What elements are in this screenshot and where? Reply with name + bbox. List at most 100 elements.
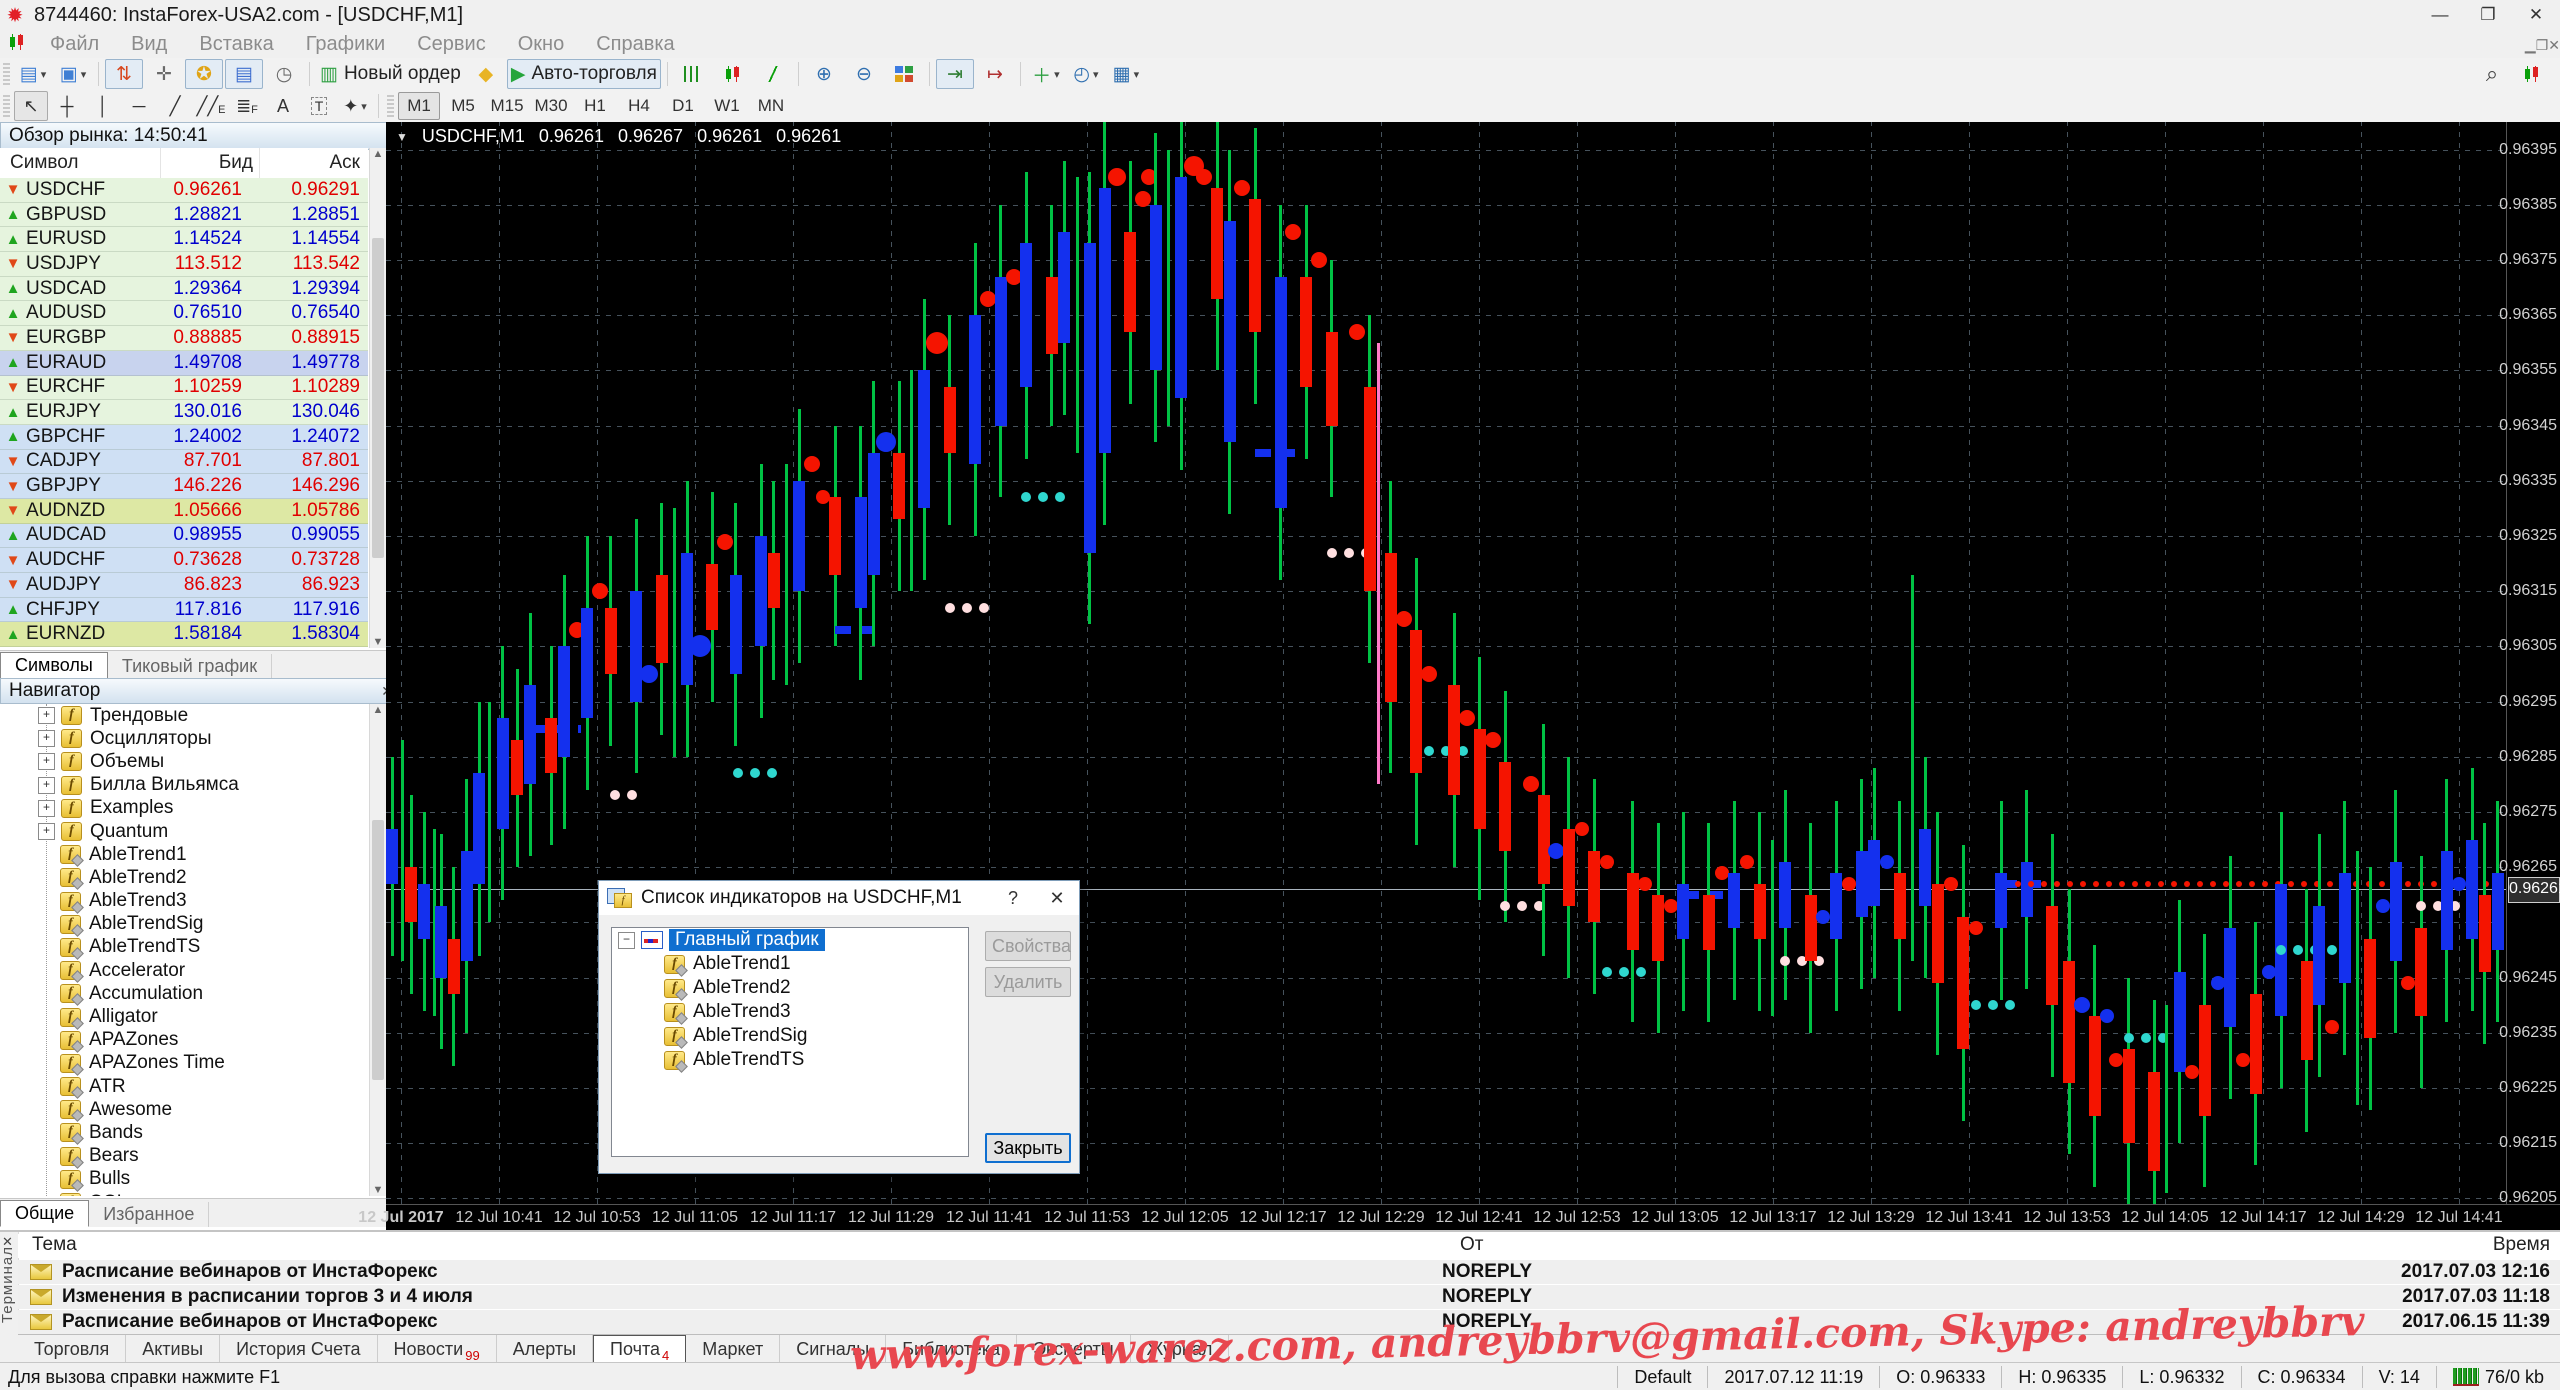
symbol-row-EURNZD[interactable]: ▲EURNZD1.581841.58304 [0, 622, 368, 647]
menu-Сервис[interactable]: Сервис [401, 33, 502, 55]
zoom-out-button[interactable]: ⊖ [845, 59, 883, 89]
trendline-tool[interactable]: ╱ [158, 91, 192, 121]
column-time[interactable]: Время [2493, 1234, 2550, 1256]
templates-button[interactable]: ▦▾ [1107, 59, 1145, 89]
navigator-item-Bears[interactable]: fBears [0, 1145, 368, 1168]
navigator-item-AbleTrendTS[interactable]: fAbleTrendTS [0, 936, 368, 959]
tab-Общие[interactable]: Общие [0, 1200, 89, 1227]
symbol-row-AUDCAD[interactable]: ▲AUDCAD0.989550.99055 [0, 524, 368, 549]
navigator-item-Quantum[interactable]: +fQuantum [0, 820, 368, 843]
terminal-tab-Маркет[interactable]: Маркет [686, 1335, 780, 1365]
tree-item-AbleTrendTS[interactable]: fAbleTrendTS [612, 1048, 968, 1072]
symbol-row-AUDUSD[interactable]: ▲AUDUSD0.765100.76540 [0, 301, 368, 326]
text-tool[interactable]: A [266, 91, 300, 121]
periods-button[interactable]: ◴▾ [1067, 59, 1105, 89]
tab-Символы[interactable]: Символы [0, 652, 108, 679]
close-button[interactable]: ✕ [2512, 0, 2560, 30]
autotrading-button[interactable]: ▶Авто-торговля [507, 59, 661, 89]
menu-Справка[interactable]: Справка [580, 33, 690, 55]
navigator-item-APAZones[interactable]: fAPAZones [0, 1029, 368, 1052]
timeframe-W1[interactable]: W1 [706, 92, 748, 120]
navigator-item-Осцилляторы[interactable]: +fОсцилляторы [0, 727, 368, 750]
navigator-scrollbar[interactable]: ▲ ▼ [369, 704, 386, 1196]
chart-candles-button[interactable] [714, 59, 752, 89]
navigator-toggle-button[interactable]: ✪ [185, 59, 223, 89]
terminal-tab-Алерты[interactable]: Алерты [497, 1335, 593, 1365]
navigator-item-ATR[interactable]: fATR [0, 1075, 368, 1098]
menu-Вставка[interactable]: Вставка [183, 33, 289, 55]
dropdown-caret-icon[interactable]: ▾ [81, 68, 87, 81]
expand-icon[interactable]: + [38, 730, 55, 747]
terminal-tab-История Счета[interactable]: История Счета [220, 1335, 377, 1365]
column-subject[interactable]: Тема [32, 1234, 77, 1256]
navigator-item-Accumulation[interactable]: fAccumulation [0, 982, 368, 1005]
column-symbol[interactable]: Символ [0, 148, 161, 178]
child-minimize-icon[interactable]: ▁ [2525, 37, 2536, 53]
navigator-item-Alligator[interactable]: fAlligator [0, 1005, 368, 1028]
dialog-close-button[interactable]: ✕ [1035, 888, 1079, 909]
terminal-tab-Журнал[interactable]: Журнал [1131, 1335, 1230, 1365]
dropdown-caret-icon[interactable]: ▾ [1093, 68, 1099, 81]
child-close-icon[interactable]: ✕ [2548, 37, 2560, 53]
navigator-item-AbleTrend1[interactable]: fAbleTrend1 [0, 843, 368, 866]
symbol-row-AUDJPY[interactable]: ▼AUDJPY86.82386.923 [0, 573, 368, 598]
terminal-tab-Библиотека[interactable]: Библиотека [886, 1335, 1017, 1365]
timeframe-D1[interactable]: D1 [662, 92, 704, 120]
dropdown-caret-icon[interactable]: ▾ [1134, 68, 1140, 81]
close-button[interactable]: Закрыть [985, 1133, 1071, 1163]
navigator-item-Accelerator[interactable]: fAccelerator [0, 959, 368, 982]
chart-bars-button[interactable] [674, 59, 712, 89]
symbol-row-CHFJPY[interactable]: ▲CHFJPY117.816117.916 [0, 598, 368, 623]
timeframe-MN[interactable]: MN [750, 92, 792, 120]
scroll-down-icon[interactable]: ▼ [373, 1184, 384, 1196]
chart-line-button[interactable] [754, 59, 792, 89]
timeframe-M5[interactable]: M5 [442, 92, 484, 120]
mail-row[interactable]: Расписание вебинаров от ИнстаФорексNOREP… [18, 1260, 2560, 1284]
navigator-item-Examples[interactable]: +fExamples [0, 797, 368, 820]
vertical-line-tool[interactable]: │ [86, 91, 120, 121]
menu-Файл[interactable]: Файл [34, 33, 115, 55]
crosshair-tool[interactable]: ┼ [50, 91, 84, 121]
symbol-row-EURGBP[interactable]: ▼EURGBP0.888850.88915 [0, 326, 368, 351]
metaeditor-button[interactable]: ◆ [467, 59, 505, 89]
terminal-tab-Торговля[interactable]: Торговля [18, 1335, 126, 1365]
mail-row[interactable]: Изменения в расписании торгов 3 и 4 июля… [18, 1285, 2560, 1309]
timeframe-M1[interactable]: M1 [398, 92, 440, 120]
navigator-item-Awesome[interactable]: fAwesome [0, 1098, 368, 1121]
navigator-item-Билла Вильямса[interactable]: +fБилла Вильямса [0, 774, 368, 797]
navigator-item-Объемы[interactable]: +fОбъемы [0, 750, 368, 773]
properties-button[interactable]: Свойства [985, 931, 1071, 961]
navigator-item-CCI[interactable]: fCCI [0, 1191, 368, 1196]
dialog-help-button[interactable]: ? [991, 888, 1035, 909]
terminal-tab-Новости[interactable]: Новости99 [378, 1335, 497, 1365]
delete-button[interactable]: Удалить [985, 967, 1071, 997]
symbol-row-USDCHF[interactable]: ▼USDCHF0.962610.96291 [0, 178, 368, 203]
channel-tool[interactable]: ╱╱E [194, 91, 228, 121]
mail-row[interactable]: Расписание вебинаров от ИнстаФорексNOREP… [18, 1310, 2560, 1334]
navigator-item-APAZones Time[interactable]: fAPAZones Time [0, 1052, 368, 1075]
column-bid[interactable]: Бид [161, 148, 260, 178]
market-watch-toggle-button[interactable]: ⇅ [105, 59, 143, 89]
tab-Тиковый график[interactable]: Тиковый график [108, 654, 272, 679]
tree-item-AbleTrend3[interactable]: fAbleTrend3 [612, 1000, 968, 1024]
navigator-item-AbleTrend3[interactable]: fAbleTrend3 [0, 890, 368, 913]
column-from[interactable]: От [1460, 1234, 1483, 1256]
timeframe-H4[interactable]: H4 [618, 92, 660, 120]
expand-icon[interactable]: + [38, 753, 55, 770]
navigator-item-AbleTrend2[interactable]: fAbleTrend2 [0, 866, 368, 889]
collapse-icon[interactable]: − [618, 932, 635, 949]
menu-Окно[interactable]: Окно [502, 33, 580, 55]
navigator-item-Трендовые[interactable]: +fТрендовые [0, 704, 368, 727]
maximize-button[interactable]: ❐ [2464, 0, 2512, 30]
text-label-tool[interactable]: T [302, 91, 336, 121]
search-button[interactable]: ⌕ [2473, 59, 2511, 89]
strategy-tester-button[interactable]: ◷ [265, 59, 303, 89]
scroll-up-icon[interactable]: ▲ [373, 148, 384, 160]
dropdown-caret-icon[interactable]: ▾ [1054, 68, 1060, 81]
tab-Избранное[interactable]: Избранное [89, 1202, 209, 1227]
timeframe-H1[interactable]: H1 [574, 92, 616, 120]
terminal-tab-Сигналы[interactable]: Сигналы [780, 1335, 886, 1365]
timeframe-M15[interactable]: M15 [486, 92, 528, 120]
symbol-row-EURAUD[interactable]: ▲EURAUD1.497081.49778 [0, 351, 368, 376]
tree-item-main-chart[interactable]: −Главный график [612, 928, 968, 952]
